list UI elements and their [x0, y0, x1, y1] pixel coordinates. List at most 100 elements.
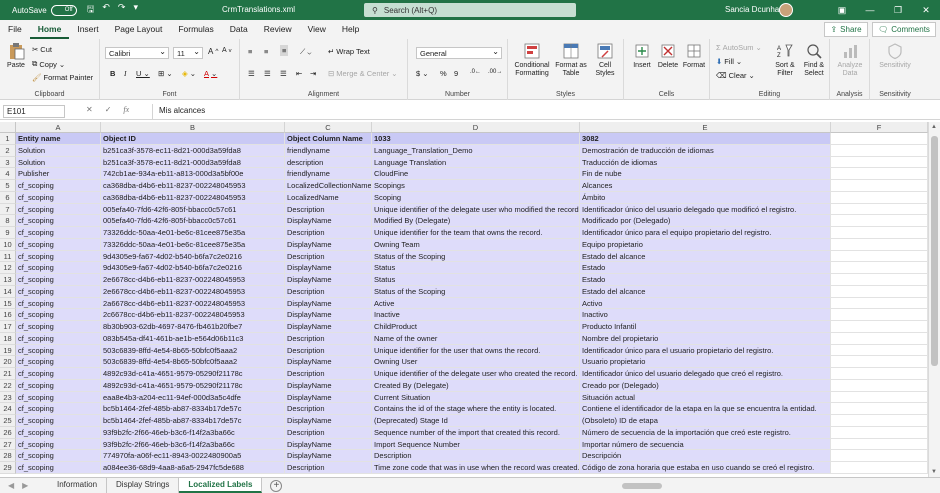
- grid-cell[interactable]: DisplayName: [285, 379, 372, 392]
- grid-cell[interactable]: [831, 285, 928, 298]
- save-icon[interactable]: 🖫: [87, 2, 95, 18]
- merge-center-button[interactable]: ⊟ Merge & Center ⌄: [328, 69, 398, 78]
- grid-cell[interactable]: (Deprecated) Stage Id: [372, 415, 580, 427]
- tab-home[interactable]: Home: [29, 20, 70, 39]
- grid-cell[interactable]: friendlyname: [285, 168, 372, 180]
- grid-cell[interactable]: cf_scoping: [16, 403, 101, 415]
- grid-cell[interactable]: a084ee36-68d9-4aa8-a6a5-2947fc5de688: [101, 462, 285, 474]
- insert-function-icon[interactable]: fx: [123, 105, 129, 114]
- grid-cell[interactable]: 2a6678cc-d4b6-eb11-8237-002248045953: [101, 297, 285, 310]
- row-header[interactable]: 7: [0, 203, 16, 216]
- row-header[interactable]: 26: [0, 426, 16, 439]
- grid-cell[interactable]: Estado del alcance: [580, 285, 831, 298]
- name-box[interactable]: E101: [3, 105, 65, 118]
- grid-cell[interactable]: Identificador único para el usuario prop…: [580, 344, 831, 357]
- grid-cell[interactable]: cf_scoping: [16, 462, 101, 474]
- enter-icon[interactable]: ✓: [105, 105, 112, 114]
- grid-cell[interactable]: Object ID: [101, 133, 285, 145]
- align-center-icon[interactable]: ☰: [264, 69, 271, 78]
- grid-cell[interactable]: [831, 321, 928, 333]
- spreadsheet-grid[interactable]: A B C D E F 1 Entity name Object ID Object Column…: [0, 122, 928, 477]
- align-top-icon[interactable]: ≡: [248, 47, 252, 56]
- grid-cell[interactable]: cf_scoping: [16, 344, 101, 357]
- grid-cell[interactable]: DisplayName: [285, 297, 372, 310]
- grid-cell[interactable]: 005efa40-7fd6-42f6-805f-bbacc0c57c61: [101, 203, 285, 216]
- row-header[interactable]: 2: [0, 144, 16, 157]
- grid-cell[interactable]: ChildProduct: [372, 321, 580, 333]
- grid-cell[interactable]: Nombre del propietario: [580, 332, 831, 345]
- scroll-down-icon[interactable]: ▼: [931, 469, 937, 475]
- grid-cell[interactable]: cf_scoping: [16, 227, 101, 239]
- grid-cell[interactable]: [831, 426, 928, 439]
- grid-cell[interactable]: CloudFine: [372, 168, 580, 180]
- grid-cell[interactable]: cf_scoping: [16, 368, 101, 380]
- grid-cell[interactable]: friendlyname: [285, 144, 372, 157]
- row-header[interactable]: 3: [0, 156, 16, 169]
- column-header-a[interactable]: A: [16, 122, 101, 133]
- grid-cell[interactable]: bc5b1464-2fef-485b-ab87-8334b17de57c: [101, 403, 285, 415]
- column-header-e[interactable]: E: [580, 122, 831, 133]
- row-header[interactable]: 21: [0, 368, 16, 380]
- grid-cell[interactable]: [831, 250, 928, 263]
- grid-cell[interactable]: DisplayName: [285, 438, 372, 451]
- align-left-icon[interactable]: ☰: [248, 69, 255, 78]
- scroll-up-icon[interactable]: ▲: [931, 124, 937, 130]
- grid-cell[interactable]: 1033: [372, 133, 580, 145]
- fill-button[interactable]: ⬇ Fill ⌄: [716, 57, 742, 66]
- grid-cell[interactable]: cf_scoping: [16, 262, 101, 274]
- tab-help[interactable]: Help: [334, 20, 367, 39]
- grid-cell[interactable]: Identificador único del usuario delegado…: [580, 368, 831, 380]
- row-header[interactable]: 8: [0, 215, 16, 227]
- grid-cell[interactable]: Status: [372, 274, 580, 286]
- grid-cell[interactable]: DisplayName: [285, 238, 372, 251]
- sheet-tab-localized-labels[interactable]: Localized Labels: [179, 478, 263, 493]
- row-header[interactable]: 27: [0, 438, 16, 451]
- grid-cell[interactable]: 2c6678cc-d4b6-eb11-8237-002248045953: [101, 309, 285, 321]
- grid-cell[interactable]: Time zone code that was in use when the …: [372, 462, 580, 474]
- prev-sheet-icon[interactable]: ◀: [8, 481, 14, 490]
- row-header[interactable]: 15: [0, 297, 16, 310]
- row-header[interactable]: 18: [0, 332, 16, 345]
- grid-cell[interactable]: [831, 144, 928, 157]
- next-sheet-icon[interactable]: ▶: [22, 481, 28, 490]
- grid-cell[interactable]: Unique identifier for the user that owns…: [372, 344, 580, 357]
- row-header[interactable]: 11: [0, 250, 16, 263]
- grid-cell[interactable]: Demostración de traducción de idiomas: [580, 144, 831, 157]
- grid-cell[interactable]: [831, 297, 928, 310]
- horizontal-scroll-thumb[interactable]: [622, 483, 662, 489]
- grid-cell[interactable]: Owning Team: [372, 238, 580, 251]
- grid-cell[interactable]: [831, 262, 928, 274]
- font-color-icon[interactable]: A ⌄: [204, 69, 217, 78]
- grid-cell[interactable]: 2e6678cc-d4b6-eb11-8237-002248045953: [101, 274, 285, 286]
- grid-cell[interactable]: [831, 368, 928, 380]
- grid-cell[interactable]: Estado: [580, 274, 831, 286]
- grid-cell[interactable]: 774970fa-a06f-ec11-8943-0022480900a5: [101, 450, 285, 462]
- grid-cell[interactable]: 73326ddc-50aa-4e01-be6c-81cee875e35a: [101, 227, 285, 239]
- grid-cell[interactable]: 2e6678cc-d4b6-eb11-8237-002248045953: [101, 285, 285, 298]
- grid-cell[interactable]: Status of the Scoping: [372, 285, 580, 298]
- row-header[interactable]: 23: [0, 391, 16, 404]
- grid-cell[interactable]: Situación actual: [580, 391, 831, 404]
- grid-cell[interactable]: cf_scoping: [16, 415, 101, 427]
- borders-icon[interactable]: ⊞ ⌄: [158, 69, 173, 78]
- clear-button[interactable]: ⌫ Clear ⌄: [716, 71, 755, 80]
- tab-formulas[interactable]: Formulas: [170, 20, 221, 39]
- grid-cell[interactable]: Estado: [580, 262, 831, 274]
- paste-button[interactable]: Paste: [4, 42, 28, 70]
- grid-cell[interactable]: 93f9b2fc-2f66-46eb-b3c6-f14f2a3ba66c: [101, 426, 285, 439]
- grid-cell[interactable]: DisplayName: [285, 450, 372, 462]
- grid-cell[interactable]: [831, 156, 928, 169]
- grid-cell[interactable]: cf_scoping: [16, 274, 101, 286]
- row-header[interactable]: 5: [0, 180, 16, 192]
- insert-cells-button[interactable]: Insert: [630, 42, 654, 70]
- grid-cell[interactable]: 503c6839-8ffd-4e54-8b65-50bfc0f5aaa2: [101, 344, 285, 357]
- cell-styles-button[interactable]: Cell Styles: [590, 42, 620, 78]
- grid-cell[interactable]: [831, 415, 928, 427]
- grid-cell[interactable]: DisplayName: [285, 321, 372, 333]
- grid-cell[interactable]: [831, 168, 928, 180]
- column-header-d[interactable]: D: [372, 122, 580, 133]
- grid-cell[interactable]: Producto Infantil: [580, 321, 831, 333]
- grid-cell[interactable]: Language Translation: [372, 156, 580, 169]
- grid-cell[interactable]: DisplayName: [285, 309, 372, 321]
- user-name[interactable]: Sancia Dcunha: [725, 5, 779, 14]
